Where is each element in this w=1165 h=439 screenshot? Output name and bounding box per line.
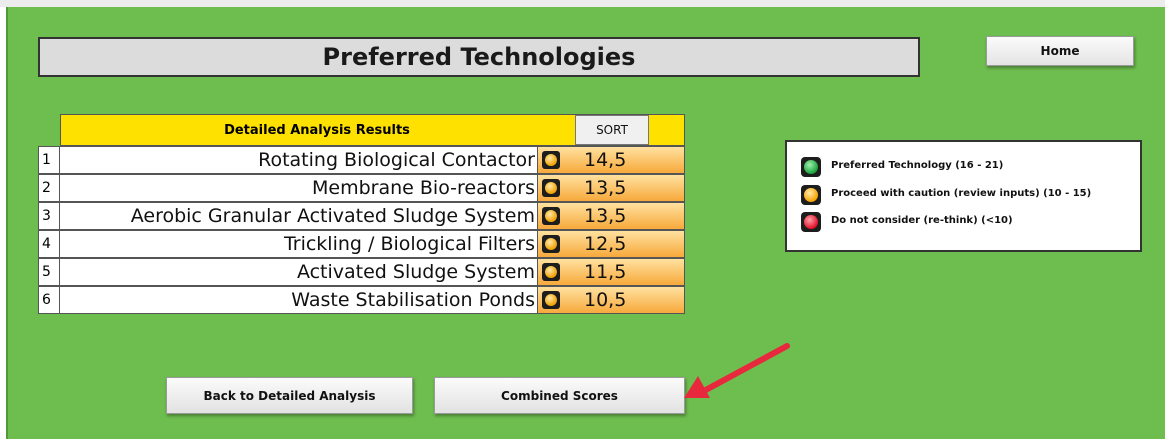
technology-name: Waste Stabilisation Ponds: [60, 286, 538, 314]
results-table-title: Detailed Analysis Results: [224, 122, 410, 138]
row-number: 5: [38, 258, 60, 286]
traffic-light-icon: [542, 291, 560, 309]
score-value: 10,5: [584, 289, 627, 311]
table-row: 3 Aerobic Granular Activated Sludge Syst…: [38, 202, 685, 230]
sort-button[interactable]: SORT: [575, 115, 649, 145]
table-row: 5 Activated Sludge System 11,5: [38, 258, 685, 286]
table-row: 6 Waste Stabilisation Ponds 10,5: [38, 286, 685, 314]
legend-label: Do not consider (re-think) (<10): [831, 215, 1013, 226]
score-cell: 11,5: [538, 258, 685, 286]
technology-name: Membrane Bio-reactors: [60, 174, 538, 202]
results-table-header: Detailed Analysis Results SORT: [60, 114, 685, 146]
amber-light-icon: [801, 185, 821, 205]
legend-label: Preferred Technology (16 - 21): [831, 160, 1004, 171]
table-row: 4 Trickling / Biological Filters 12,5: [38, 230, 685, 258]
score-value: 12,5: [584, 233, 627, 255]
technology-name: Trickling / Biological Filters: [60, 230, 538, 258]
traffic-light-icon: [542, 235, 560, 253]
page-title: Preferred Technologies: [38, 37, 920, 77]
green-light-icon: [801, 157, 821, 177]
row-number: 4: [38, 230, 60, 258]
traffic-light-icon: [542, 207, 560, 225]
annotation-arrow-icon: [684, 343, 790, 398]
row-number: 1: [38, 146, 60, 174]
row-number: 3: [38, 202, 60, 230]
score-cell: 14,5: [538, 146, 685, 174]
score-cell: 10,5: [538, 286, 685, 314]
combined-scores-button[interactable]: Combined Scores: [434, 377, 685, 414]
legend: Preferred Technology (16 - 21) Proceed w…: [785, 140, 1142, 252]
technology-name: Rotating Biological Contactor: [60, 146, 538, 174]
traffic-light-icon: [542, 263, 560, 281]
home-button[interactable]: Home: [986, 36, 1134, 66]
traffic-light-icon: [542, 151, 560, 169]
score-cell: 13,5: [538, 202, 685, 230]
row-number: 6: [38, 286, 60, 314]
back-to-detailed-analysis-button[interactable]: Back to Detailed Analysis: [166, 377, 413, 414]
score-cell: 12,5: [538, 230, 685, 258]
table-row: 1 Rotating Biological Contactor 14,5: [38, 146, 685, 174]
table-row: 2 Membrane Bio-reactors 13,5: [38, 174, 685, 202]
row-number: 2: [38, 174, 60, 202]
window-top-edge: [0, 0, 1165, 7]
score-value: 11,5: [584, 261, 627, 283]
score-value: 14,5: [584, 149, 627, 171]
traffic-light-icon: [542, 179, 560, 197]
score-cell: 13,5: [538, 174, 685, 202]
score-value: 13,5: [584, 177, 627, 199]
score-value: 13,5: [584, 205, 627, 227]
technology-name: Aerobic Granular Activated Sludge System: [60, 202, 538, 230]
technology-name: Activated Sludge System: [60, 258, 538, 286]
red-light-icon: [801, 212, 821, 232]
legend-label: Proceed with caution (review inputs) (10…: [831, 188, 1092, 199]
